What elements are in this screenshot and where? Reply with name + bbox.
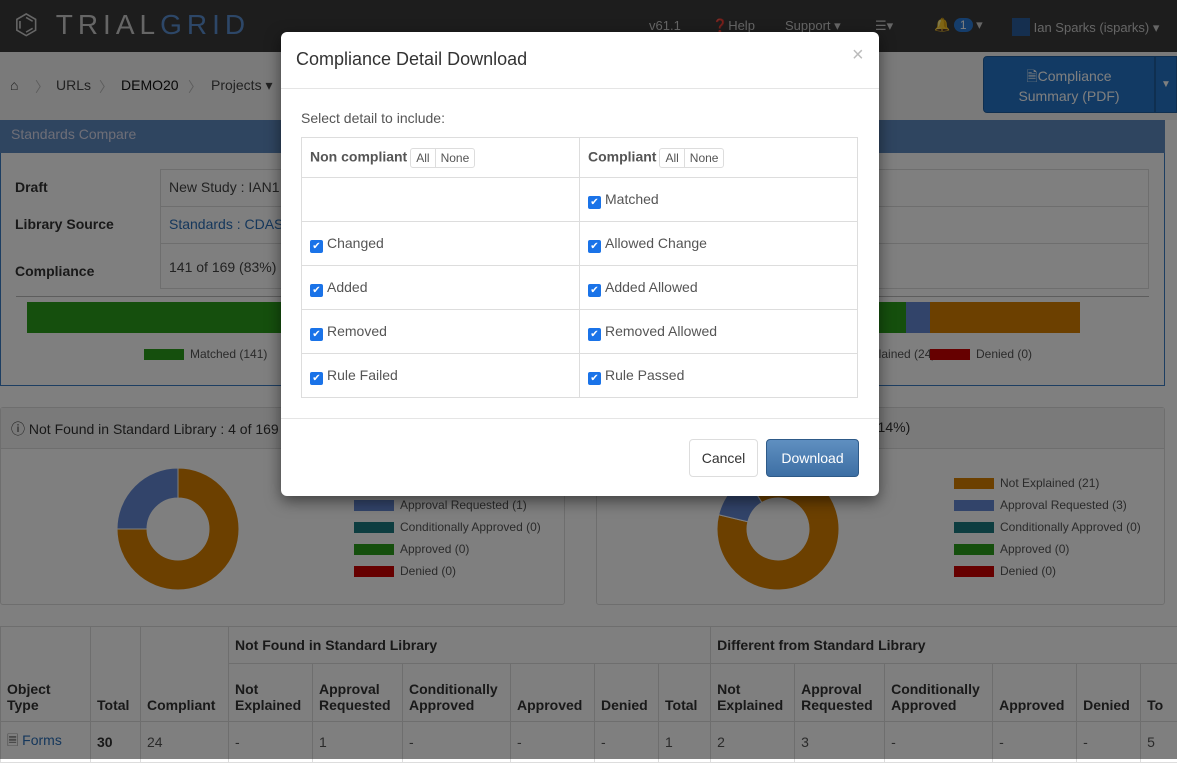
option-rule-failed[interactable]: ✔ Rule Failed <box>302 354 580 398</box>
option-label: Rule Failed <box>327 367 398 383</box>
option-label: Rule Passed <box>605 367 684 383</box>
divider <box>281 88 879 89</box>
empty-cell <box>302 178 580 222</box>
non-compliant-all-button[interactable]: All <box>411 149 434 167</box>
checkbox-checked[interactable]: ✔ <box>588 328 601 341</box>
option-label: Changed <box>327 235 384 251</box>
checkbox-checked[interactable]: ✔ <box>310 240 323 253</box>
option-label: Removed Allowed <box>605 323 717 339</box>
option-removed[interactable]: ✔ Removed <box>302 310 580 354</box>
option-matched[interactable]: ✔ Matched <box>580 178 858 222</box>
option-changed[interactable]: ✔ Changed <box>302 222 580 266</box>
option-added[interactable]: ✔ Added <box>302 266 580 310</box>
option-label: Added <box>327 279 367 295</box>
checkbox-checked[interactable]: ✔ <box>310 372 323 385</box>
checkbox-checked[interactable]: ✔ <box>588 196 601 209</box>
compliance-detail-modal: Compliance Detail Download × Select deta… <box>281 32 879 496</box>
compliant-none-button[interactable]: None <box>684 149 724 167</box>
option-allowed-change[interactable]: ✔ Allowed Change <box>580 222 858 266</box>
checkbox-checked[interactable]: ✔ <box>588 284 601 297</box>
non-compliant-header: Non compliant <box>310 148 407 164</box>
option-label: Matched <box>605 191 659 207</box>
option-label: Allowed Change <box>605 235 707 251</box>
compliant-all-button[interactable]: All <box>660 149 683 167</box>
checkbox-checked[interactable]: ✔ <box>310 284 323 297</box>
checkbox-checked[interactable]: ✔ <box>310 328 323 341</box>
compliant-header: Compliant <box>588 148 656 164</box>
option-rule-passed[interactable]: ✔ Rule Passed <box>580 354 858 398</box>
divider <box>281 418 879 419</box>
modal-title: Compliance Detail Download <box>296 49 527 70</box>
close-icon[interactable]: × <box>852 44 864 67</box>
detail-options-table: Non compliantAllNone CompliantAllNone ✔M… <box>301 137 858 398</box>
checkbox-checked[interactable]: ✔ <box>588 372 601 385</box>
option-label: Added Allowed <box>605 279 698 295</box>
option-added-allowed[interactable]: ✔ Added Allowed <box>580 266 858 310</box>
non-compliant-none-button[interactable]: None <box>435 149 475 167</box>
option-label: Removed <box>327 323 387 339</box>
modal-prompt: Select detail to include: <box>301 110 445 126</box>
cancel-button[interactable]: Cancel <box>689 439 758 477</box>
download-button[interactable]: Download <box>766 439 859 477</box>
option-removed-allowed[interactable]: ✔ Removed Allowed <box>580 310 858 354</box>
checkbox-checked[interactable]: ✔ <box>588 240 601 253</box>
